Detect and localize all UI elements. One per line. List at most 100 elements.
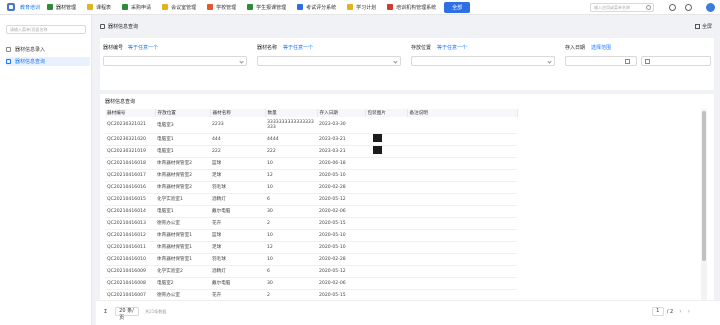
table-cell: QC20210416011 [105, 241, 155, 254]
app-icon [47, 4, 54, 10]
sidebar-item-query[interactable]: 器材信息查询 [6, 57, 90, 66]
package-image-thumbnail[interactable] [373, 134, 382, 142]
help-icon[interactable] [669, 4, 676, 11]
nav-tab[interactable]: 学生报课管理 [244, 2, 289, 13]
current-page-input[interactable]: 1 [651, 307, 664, 316]
pagination-right: 1 / 2 ‹ › [651, 307, 690, 316]
app-icon [162, 4, 169, 10]
nav-tab[interactable]: 学校管理 [204, 2, 239, 13]
column-header[interactable]: 备注说明 [407, 109, 518, 117]
search-icon [646, 5, 651, 10]
column-header[interactable]: 存入日期 [317, 109, 366, 117]
filter-input-name[interactable] [257, 56, 401, 66]
table-row[interactable]: QC20210416009 化学实验室2 酒精灯 6 2020-05-12 [105, 265, 517, 278]
filter-operator-date[interactable]: 选择范围 [591, 44, 611, 51]
table-cell: 222 [265, 145, 317, 158]
table-cell [365, 265, 407, 278]
nav-tab[interactable]: 考试评分系统 [294, 2, 339, 13]
nav-tab-label: 课程表 [96, 4, 112, 11]
app-title[interactable]: 教育培训 [20, 4, 40, 11]
nav-tabs: 器材管理 课程表 采购申请 会议室管理 学校管理 学生报课管理 考试评分系统 学习计划 培训机构… [44, 2, 444, 13]
fullscreen-button[interactable]: 全屏 [694, 23, 712, 30]
table-row[interactable]: QC20210416014 电脑室1 戴尔电脑 30 2020-02-06 [105, 205, 517, 218]
avatar[interactable] [706, 3, 715, 12]
column-header[interactable]: 存放位置 [155, 109, 211, 117]
table-row[interactable]: QC20210416015 化学实验室1 酒精灯 6 2020-05-12 [105, 193, 517, 206]
table-cell: 化学实验室1 [155, 193, 210, 206]
vertical-scrollbar[interactable] [701, 109, 707, 319]
app-icon [297, 4, 304, 10]
filter-label-code: 器材编号 [103, 45, 124, 51]
table-cell: 222 [210, 145, 265, 158]
nav-tab[interactable]: 课程表 [84, 2, 114, 13]
table-cell: 2020-02-06 [317, 277, 365, 290]
table-row[interactable]: QC20230321021 电脑室3 2233 3333333333333333333… [105, 117, 517, 134]
table-row[interactable]: QC20230321019 电脑室1 222 222 2023-03-21 [105, 145, 517, 158]
table-row[interactable]: QC20230321020 电脑室1 444 4444 2023-03-21 [105, 133, 517, 146]
next-page-icon[interactable]: › [688, 308, 690, 315]
table-cell: 12 [265, 241, 317, 254]
filter-date-end[interactable] [641, 56, 711, 66]
table-cell: 6 [265, 265, 317, 278]
table-row[interactable]: QC20210416018 体育器材保管室2 篮球 10 2020-06-18 [105, 157, 517, 170]
table-cell: 篮球 [210, 157, 265, 170]
column-header[interactable]: 数量 [265, 109, 318, 117]
table-cell: QC20210416013 [105, 217, 155, 230]
table-cell: 体育器材保管室2 [155, 181, 210, 194]
column-header[interactable]: 包装图片 [365, 109, 408, 117]
sidebar-search-input[interactable]: 请输入菜单/页面名称 [6, 25, 86, 34]
nav-tab[interactable]: 培训机构管理系统 [384, 2, 439, 13]
filter-operator-code[interactable]: 等于任意一个 [128, 44, 158, 51]
table-cell: 戴尔电脑 [210, 277, 265, 290]
nav-tab[interactable]: 学习计划 [344, 2, 379, 13]
nav-tab[interactable]: 器材管理 [44, 2, 79, 13]
table-row[interactable]: QC20210416013 德育办公室 花卉 2 2020-05-15 [105, 217, 517, 230]
table-cell: 篮球 [210, 229, 265, 242]
table-cell: 444 [210, 133, 265, 146]
table-cell: 2020-05-10 [317, 241, 365, 254]
column-header[interactable]: 器材编号 [105, 109, 156, 117]
prev-page-icon[interactable]: ‹ [679, 308, 681, 315]
table-cell: 德育办公室 [155, 217, 210, 230]
table-row[interactable]: QC20210416008 电脑室2 戴尔电脑 30 2020-02-06 [105, 277, 517, 290]
table-row[interactable]: QC20210416012 体育器材保管室1 篮球 10 2020-05-10 [105, 229, 517, 242]
sidebar-item-entry[interactable]: 器材信息录入 [6, 45, 90, 54]
bell-icon[interactable] [685, 4, 692, 11]
table-cell [407, 169, 517, 182]
filter-operator-location[interactable]: 等于任意一个 [437, 44, 467, 51]
filter-label-location: 存放位置 [411, 45, 432, 51]
table-cell: 10 [265, 181, 317, 194]
app-icon [207, 4, 214, 10]
nav-tab[interactable]: 会议室管理 [159, 2, 199, 13]
nav-tab[interactable]: 采购申请 [119, 2, 154, 13]
table-cell [407, 117, 517, 134]
app-icon [347, 4, 354, 10]
app-search-input[interactable]: 输入应用或菜单名称 [590, 3, 654, 12]
scrollbar-thumb[interactable] [702, 111, 706, 261]
page-title: 器材信息查询 [108, 24, 139, 30]
nav-all-button[interactable]: 全部 [444, 1, 471, 13]
pagination-left: Σ 20 条/页 共21条数据 [104, 307, 166, 321]
sidebar-search-placeholder: 请输入菜单/页面名称 [10, 27, 48, 32]
app-icon [122, 4, 129, 10]
table-cell: 体育器材保管室2 [155, 157, 210, 170]
filter-operator-name[interactable]: 等于任意一个 [283, 44, 313, 51]
table-row[interactable]: QC20210416016 体育器材保管室2 羽毛球 10 2020-02-28 [105, 181, 517, 194]
table-row[interactable]: QC20210416010 体育器材保管室1 羽毛球 10 2020-02-28 [105, 253, 517, 266]
package-image-thumbnail[interactable] [373, 146, 382, 154]
page-size-select[interactable]: 20 条/页 [115, 307, 140, 321]
table-cell [407, 181, 517, 194]
table-cell: QC20210416010 [105, 253, 155, 266]
table-row[interactable]: QC20210416017 体育器材保管室2 足球 12 2020-05-10 [105, 169, 517, 182]
table-cell: 2020-05-15 [317, 217, 365, 230]
filter-date-start[interactable] [565, 56, 637, 66]
table-cell: 电脑室1 [155, 133, 210, 146]
column-header[interactable]: 器材名称 [210, 109, 266, 117]
filter-input-code[interactable] [103, 56, 247, 66]
filter-input-location[interactable] [411, 56, 555, 66]
sidebar-item-label: 器材信息查询 [15, 59, 46, 65]
table-row[interactable]: QC20210416011 体育器材保管室1 足球 12 2020-05-10 [105, 241, 517, 254]
table-cell: 酒精灯 [210, 265, 265, 278]
table-cell [365, 157, 407, 170]
table-cell: QC20210416016 [105, 181, 155, 194]
